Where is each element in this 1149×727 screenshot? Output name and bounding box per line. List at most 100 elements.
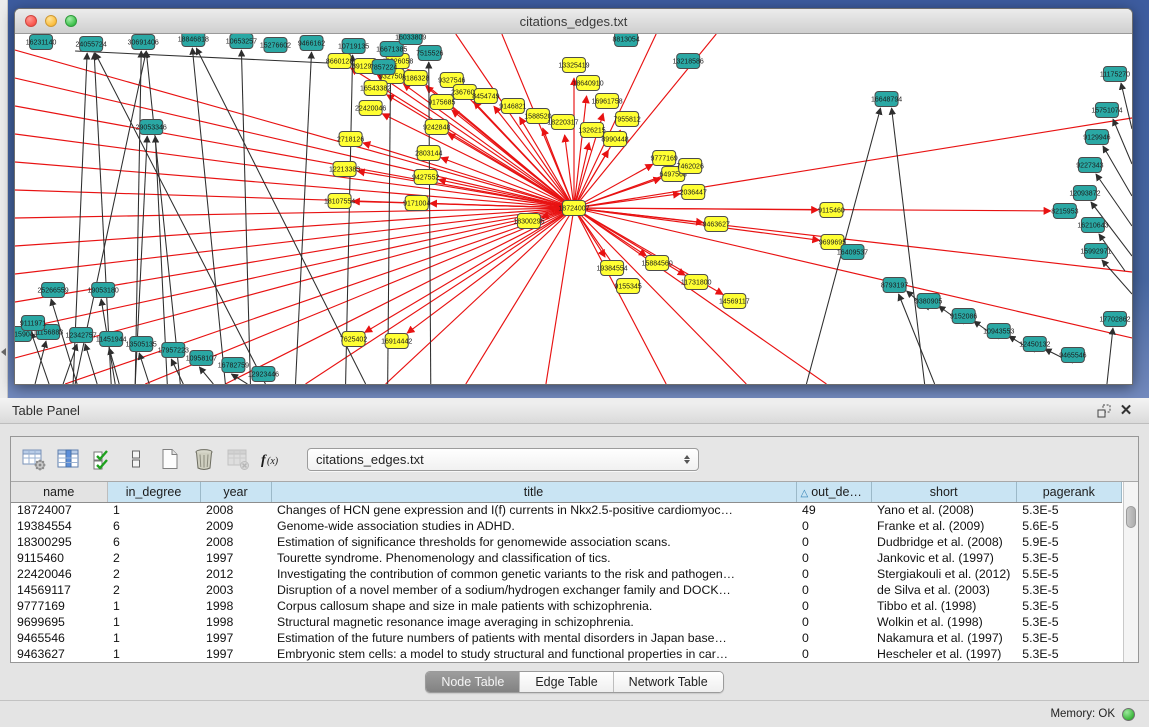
cell-short[interactable]: Tibbo et al. (1998) — [871, 598, 1016, 614]
cell-in_degree[interactable]: 1 — [107, 630, 200, 646]
graph-node[interactable]: 17957223 — [158, 343, 189, 358]
cell-name[interactable]: 9465546 — [11, 630, 107, 646]
graph-node-hub[interactable]: 18724007 — [558, 201, 589, 216]
left-splitter[interactable] — [0, 0, 8, 398]
cell-name[interactable]: 9115460 — [11, 550, 107, 566]
close-window-icon[interactable] — [25, 15, 37, 27]
cell-in_degree[interactable]: 2 — [107, 582, 200, 598]
table-row[interactable]: 946554611997Estimation of the future num… — [11, 630, 1121, 646]
cell-short[interactable]: Hescheler et al. (1997) — [871, 646, 1016, 662]
column-header-pagerank[interactable]: pagerank — [1016, 482, 1121, 502]
cell-short[interactable]: Stergiakouli et al. (2012) — [871, 566, 1016, 582]
cell-out_degree[interactable]: 0 — [796, 518, 871, 534]
graph-node[interactable]: 2803144 — [415, 146, 442, 161]
scrollbar-thumb[interactable] — [1126, 506, 1136, 528]
column-header-year[interactable]: year — [200, 482, 271, 502]
graph-node[interactable]: 16210643 — [1077, 218, 1108, 233]
tab-network-table[interactable]: Network Table — [613, 672, 723, 692]
column-header-in_degree[interactable]: in_degree — [107, 482, 200, 502]
graph-node[interactable]: 9115460 — [818, 203, 845, 218]
table-row[interactable]: 2242004622012Investigating the contribut… — [11, 566, 1121, 582]
graph-node[interactable]: 10958107 — [186, 351, 217, 366]
cell-in_degree[interactable]: 6 — [107, 518, 200, 534]
column-header-name[interactable]: name — [11, 482, 107, 502]
delete-column-icon[interactable] — [189, 444, 219, 474]
graph-node[interactable]: 11731800 — [681, 275, 712, 290]
cell-year[interactable]: 1998 — [200, 598, 271, 614]
graph-node[interactable]: 8813054 — [612, 34, 639, 47]
graph-node[interactable]: 16231140 — [26, 35, 57, 50]
cell-pagerank[interactable]: 5.3E-5 — [1016, 614, 1121, 630]
cell-name[interactable]: 18300295 — [11, 534, 107, 550]
graph-node[interactable]: 8660128 — [326, 54, 353, 69]
cell-in_degree[interactable]: 6 — [107, 534, 200, 550]
graph-node[interactable]: 12450132 — [1019, 337, 1050, 352]
graph-node[interactable]: 8186328 — [402, 71, 429, 86]
graph-node[interactable]: 8454749 — [472, 89, 499, 104]
graph-node[interactable]: 16961758 — [591, 94, 622, 109]
column-header-out_degree[interactable]: △out_de… — [796, 482, 871, 502]
cell-short[interactable]: de Silva et al. (2003) — [871, 582, 1016, 598]
cell-in_degree[interactable]: 1 — [107, 646, 200, 662]
cell-out_degree[interactable]: 0 — [796, 630, 871, 646]
graph-node[interactable]: 18107554 — [324, 194, 355, 209]
graph-node[interactable]: 11175270 — [1100, 67, 1130, 82]
cell-pagerank[interactable]: 5.3E-5 — [1016, 598, 1121, 614]
graph-node[interactable]: 8990448 — [601, 132, 628, 147]
cell-name[interactable]: 9699695 — [11, 614, 107, 630]
graph-node[interactable]: 9175685 — [428, 95, 455, 110]
table-row[interactable]: 1830029562008Estimation of significance … — [11, 534, 1121, 550]
zoom-window-icon[interactable] — [65, 15, 77, 27]
cell-title[interactable]: Corpus callosum shape and size in male p… — [271, 598, 796, 614]
network-graph[interactable]: 8660128891295413226058932750816543382224… — [15, 34, 1132, 384]
cell-pagerank[interactable]: 5.3E-5 — [1016, 630, 1121, 646]
graph-node[interactable]: 1326215 — [578, 123, 605, 138]
graph-node[interactable]: 9242848 — [423, 120, 450, 135]
graph-node[interactable]: 15884560 — [642, 256, 673, 271]
cell-title[interactable]: Tourette syndrome. Phenomenology and cla… — [271, 550, 796, 566]
cell-title[interactable]: Changes of HCN gene expression and I(f) … — [271, 502, 796, 518]
cell-name[interactable]: 14569117 — [11, 582, 107, 598]
tab-node-table[interactable]: Node Table — [426, 672, 519, 692]
cell-short[interactable]: Nakamura et al. (1997) — [871, 630, 1016, 646]
graph-node[interactable]: 13325419 — [558, 58, 589, 73]
graph-node[interactable]: 2718126 — [337, 132, 364, 147]
cell-year[interactable]: 1997 — [200, 550, 271, 566]
graph-node[interactable]: 15751074 — [1091, 103, 1122, 118]
cell-pagerank[interactable]: 5.9E-5 — [1016, 534, 1121, 550]
graph-node[interactable]: 15992971 — [1080, 244, 1111, 259]
table-row[interactable]: 946362711997Embryonic stem cells: a mode… — [11, 646, 1121, 662]
graph-node[interactable]: 18300295 — [513, 214, 544, 229]
graph-node[interactable]: 9129946 — [1083, 130, 1110, 145]
cell-out_degree[interactable]: 49 — [796, 502, 871, 518]
table-settings-icon[interactable] — [19, 444, 49, 474]
graph-node[interactable]: 18220317 — [547, 115, 578, 130]
window-titlebar[interactable]: citations_edges.txt — [15, 9, 1132, 34]
graph-node[interactable]: 2036447 — [680, 185, 707, 200]
table-row[interactable]: 1872400712008Changes of HCN gene express… — [11, 502, 1121, 518]
delete-table-icon[interactable] — [223, 444, 253, 474]
cell-year[interactable]: 1997 — [200, 646, 271, 662]
graph-node[interactable]: 9152086 — [950, 309, 977, 324]
graph-node[interactable]: 7955812 — [613, 112, 640, 127]
graph-node[interactable]: 7625402 — [340, 332, 367, 347]
row-selection-icon[interactable] — [87, 444, 117, 474]
graph-node[interactable]: 29053346 — [136, 120, 167, 135]
graph-node[interactable]: 16409537 — [837, 245, 868, 260]
cell-out_degree[interactable]: 0 — [796, 550, 871, 566]
graph-node[interactable]: 7462026 — [677, 159, 704, 174]
cell-out_degree[interactable]: 0 — [796, 614, 871, 630]
cell-short[interactable]: Dudbridge et al. (2008) — [871, 534, 1016, 550]
graph-node[interactable]: 12093872 — [1069, 186, 1100, 201]
graph-node[interactable]: 7857224 — [370, 60, 397, 75]
graph-node[interactable]: 9155345 — [614, 279, 641, 294]
graph-node[interactable]: 7515526 — [416, 46, 443, 61]
tab-edge-table[interactable]: Edge Table — [519, 672, 612, 692]
cell-pagerank[interactable]: 5.3E-5 — [1016, 582, 1121, 598]
graph-node[interactable]: 19053180 — [88, 283, 119, 298]
cell-in_degree[interactable]: 2 — [107, 550, 200, 566]
cell-short[interactable]: Wolkin et al. (1998) — [871, 614, 1016, 630]
cell-pagerank[interactable]: 5.5E-5 — [1016, 566, 1121, 582]
cell-short[interactable]: Yano et al. (2008) — [871, 502, 1016, 518]
graph-node[interactable]: 9465546 — [1059, 348, 1086, 363]
